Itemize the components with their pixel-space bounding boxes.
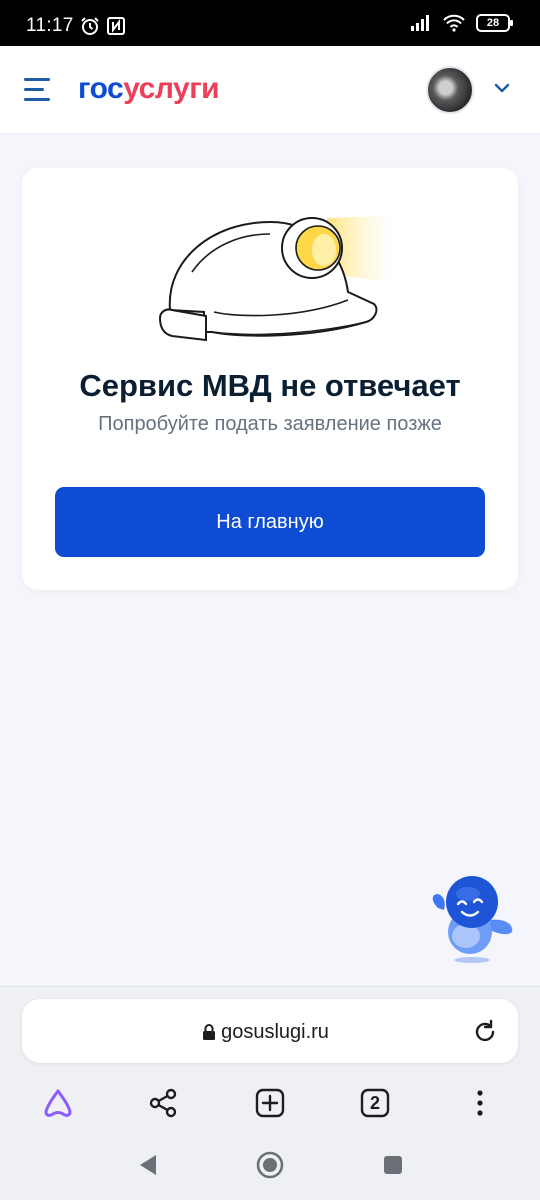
reload-icon[interactable] (472, 1019, 498, 1045)
tab-count: 2 (369, 1092, 380, 1113)
alice-icon[interactable] (38, 1083, 78, 1123)
signal-icon (411, 15, 429, 31)
chevron-down-icon[interactable] (493, 79, 511, 97)
logo-part-uslugi: услуги (123, 72, 220, 105)
app-header: госуслуги (0, 46, 540, 134)
error-title: Сервис МВД не отвечает (79, 368, 461, 403)
browser-toolbar: 2 (0, 1083, 540, 1123)
miner-helmet-illustration (158, 216, 392, 342)
error-subtitle: Попробуйте подать заявление позже (98, 413, 442, 435)
gosuslugi-logo[interactable]: госуслуги (78, 72, 220, 106)
new-tab-icon[interactable] (250, 1083, 290, 1123)
alarm-icon (81, 17, 99, 35)
share-icon[interactable] (143, 1083, 183, 1123)
battery-level: 28 (486, 17, 500, 29)
status-bar: 11:17 28 (0, 0, 540, 46)
menu-icon[interactable] (24, 78, 54, 102)
avatar[interactable] (426, 66, 474, 114)
browser-bar: gosuslugi.ru 2 (0, 986, 540, 1128)
error-card: Сервис МВД не отвечает Попробуйте подать… (22, 168, 518, 590)
more-icon[interactable] (460, 1083, 500, 1123)
robot-assistant-icon[interactable] (428, 872, 518, 968)
home-button[interactable]: На главную (55, 487, 485, 557)
recents-icon[interactable] (378, 1150, 408, 1180)
home-icon[interactable] (255, 1150, 285, 1180)
back-icon[interactable] (134, 1150, 164, 1180)
tabs-icon[interactable]: 2 (355, 1083, 395, 1123)
logo-part-gos: гос (78, 72, 124, 105)
nfc-icon (107, 17, 125, 35)
status-time: 11:17 (26, 15, 74, 36)
system-nav-bar (0, 1128, 540, 1200)
battery-icon: 28 (476, 14, 513, 32)
address-bar[interactable]: gosuslugi.ru (22, 999, 518, 1063)
url-text: gosuslugi.ru (221, 1021, 329, 1043)
wifi-icon (443, 14, 465, 32)
